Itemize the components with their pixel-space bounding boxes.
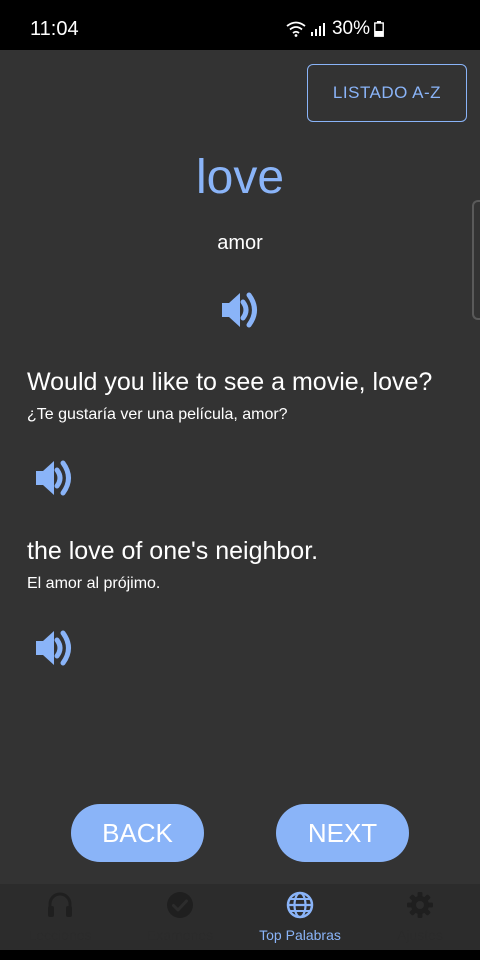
example-english: Would you like to see a movie, love? [27,368,433,396]
nav-item-top-palabras[interactable]: Top Palabras [240,884,360,950]
gear-icon [407,892,433,918]
headword-translation: amor [217,232,263,254]
battery-icon [374,21,384,37]
status-time: 11:04 [30,18,79,40]
bottom-navigation: Lecciones Examenes Top Palabras Ajustes [0,884,480,950]
example-spanish: El amor al prójimo. [27,575,161,592]
nav-item-label: Examenes [146,927,214,943]
wifi-icon [286,21,306,37]
scroll-indicator[interactable] [472,200,480,320]
nav-item-lecciones[interactable]: Lecciones [0,884,120,950]
status-icons: 30% [286,18,384,40]
nav-item-label: Ajustes [397,927,443,943]
nav-item-ajustes[interactable]: Ajustes [360,884,480,950]
back-button[interactable]: BACK [71,804,204,862]
speaker-icon[interactable] [32,456,76,500]
speaker-icon[interactable] [218,288,262,332]
nav-item-label: Top Palabras [259,927,341,943]
battery-percentage: 30% [331,18,370,39]
az-list-button[interactable]: LISTADO A-Z [307,64,467,122]
check-circle-icon [167,892,193,918]
speaker-icon[interactable] [32,626,76,670]
system-nav-bar [0,950,480,960]
example-english: the love of one's neighbor. [27,537,319,565]
globe-icon [286,891,314,919]
status-bar: 11:04 30% [0,0,480,50]
signal-icon [310,23,325,36]
nav-item-examenes[interactable]: Examenes [120,884,240,950]
example-spanish: ¿Te gustaría ver una película, amor? [27,406,288,423]
headphones-icon [48,892,72,917]
headword: love [195,151,285,204]
nav-item-label: Lecciones [28,927,92,943]
next-button[interactable]: NEXT [276,804,409,862]
